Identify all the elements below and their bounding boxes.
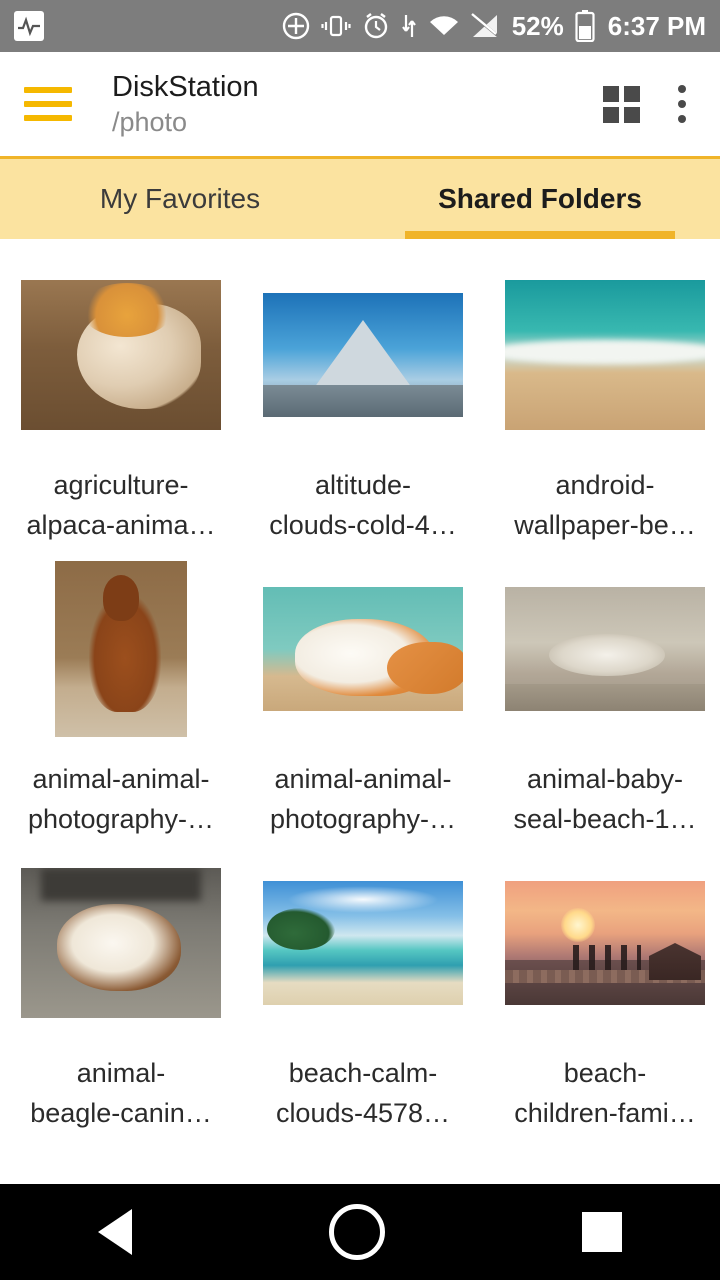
cat-photo xyxy=(263,587,463,711)
item-caption: animal-animal- photography-… xyxy=(10,759,232,839)
mountain-photo xyxy=(263,293,463,417)
beach-aerial-photo xyxy=(505,280,705,430)
caption-line-1: animal-baby- xyxy=(526,764,684,794)
caption-line-1: android- xyxy=(555,470,655,500)
grid-item[interactable]: animal- beagle-canin… xyxy=(0,855,242,1149)
back-nav-icon[interactable] xyxy=(98,1209,133,1255)
item-caption: beach- children-fami… xyxy=(494,1053,716,1133)
hamburger-menu-icon[interactable] xyxy=(24,87,72,121)
page-title: DiskStation xyxy=(112,71,259,103)
caption-line-2: alpaca-anima… xyxy=(26,510,216,540)
grid-item[interactable]: altitude- clouds-cold-4… xyxy=(242,267,484,561)
baby-seal-photo xyxy=(505,587,705,711)
thumbnail-wrap xyxy=(21,855,221,1031)
grid-item[interactable]: animal-baby- seal-beach-1… xyxy=(484,561,720,855)
caption-line-1: animal-animal- xyxy=(32,764,210,794)
caption-line-2: photography-… xyxy=(27,804,215,834)
caption-line-1: beach- xyxy=(563,1058,647,1088)
tropical-beach-photo xyxy=(263,881,463,1005)
grid-item[interactable]: animal-animal- photography-… xyxy=(0,561,242,855)
caption-line-2: clouds-4578… xyxy=(275,1098,451,1128)
recents-nav-icon[interactable] xyxy=(581,1212,622,1252)
alpaca-standing-photo xyxy=(55,561,187,737)
item-caption: animal-animal- photography-… xyxy=(252,759,474,839)
beagle-puppy-photo xyxy=(21,868,221,1018)
item-caption: altitude- clouds-cold-4… xyxy=(252,465,474,545)
item-caption: agriculture- alpaca-anima… xyxy=(10,465,232,545)
tab-shared-folders[interactable]: Shared Folders xyxy=(360,159,720,239)
sync-icon xyxy=(401,13,417,39)
app-screen: 52% 6:37 PM DiskStation /photo My Favori… xyxy=(0,0,720,1280)
thumbnail-wrap xyxy=(21,267,221,443)
item-caption: animal-baby- seal-beach-1… xyxy=(494,759,716,839)
activity-pulse-icon xyxy=(14,11,44,41)
battery-percent: 52% xyxy=(511,10,564,41)
wifi-icon xyxy=(428,13,460,39)
status-clock: 6:37 PM xyxy=(607,10,706,41)
grid-item[interactable]: agriculture- alpaca-anima… xyxy=(0,267,242,561)
caption-line-2: photography-… xyxy=(269,804,457,834)
home-nav-icon[interactable] xyxy=(328,1204,385,1260)
photo-grid: agriculture- alpaca-anima… altitude- clo… xyxy=(0,267,720,1149)
item-caption: android- wallpaper-be… xyxy=(494,465,716,545)
cast-icon xyxy=(282,12,310,40)
thumbnail-wrap xyxy=(263,267,463,443)
caption-line-1: animal-animal- xyxy=(274,764,452,794)
status-bar-left xyxy=(14,11,44,41)
caption-line-2: clouds-cold-4… xyxy=(269,510,457,540)
battery-icon xyxy=(575,10,595,42)
app-bar-actions xyxy=(603,81,696,127)
grid-item[interactable]: animal-animal- photography-… xyxy=(242,561,484,855)
caption-line-2: beagle-canin… xyxy=(30,1098,212,1128)
alpaca-head-photo xyxy=(21,280,221,430)
caption-line-2: seal-beach-1… xyxy=(513,804,697,834)
folder-grid-container: agriculture- alpaca-anima… altitude- clo… xyxy=(0,239,720,1184)
thumbnail-wrap xyxy=(21,561,221,737)
app-bar: DiskStation /photo xyxy=(0,52,720,156)
sunset-pier-photo xyxy=(505,881,705,1005)
caption-line-1: agriculture- xyxy=(53,470,189,500)
thumbnail-wrap xyxy=(263,561,463,737)
caption-line-1: animal- xyxy=(76,1058,166,1088)
alarm-icon xyxy=(362,12,390,40)
item-caption: animal- beagle-canin… xyxy=(10,1053,232,1133)
grid-item[interactable]: android- wallpaper-be… xyxy=(484,267,720,561)
caption-line-1: altitude- xyxy=(314,470,412,500)
system-nav-bar xyxy=(0,1184,720,1280)
tab-my-favorites[interactable]: My Favorites xyxy=(0,159,360,239)
grid-view-icon[interactable] xyxy=(603,85,640,123)
breadcrumb: /photo xyxy=(112,107,188,137)
status-bar: 52% 6:37 PM xyxy=(0,0,720,52)
status-bar-right: 52% 6:37 PM xyxy=(282,10,706,42)
item-caption: beach-calm- clouds-4578… xyxy=(252,1053,474,1133)
caption-line-2: children-fami… xyxy=(514,1098,696,1128)
grid-item[interactable]: beach-calm- clouds-4578… xyxy=(242,855,484,1149)
thumbnail-wrap xyxy=(505,267,705,443)
tab-bar: My Favorites Shared Folders xyxy=(0,156,720,239)
title-block: DiskStation /photo xyxy=(96,69,603,139)
thumbnail-wrap xyxy=(505,561,705,737)
signal-off-icon xyxy=(470,13,501,39)
vibrate-icon xyxy=(321,13,351,39)
grid-item[interactable]: beach- children-fami… xyxy=(484,855,720,1149)
thumbnail-wrap xyxy=(505,855,705,1031)
thumbnail-wrap xyxy=(263,855,463,1031)
caption-line-1: beach-calm- xyxy=(288,1058,438,1088)
caption-line-2: wallpaper-be… xyxy=(514,510,696,540)
more-options-icon[interactable] xyxy=(674,81,690,127)
